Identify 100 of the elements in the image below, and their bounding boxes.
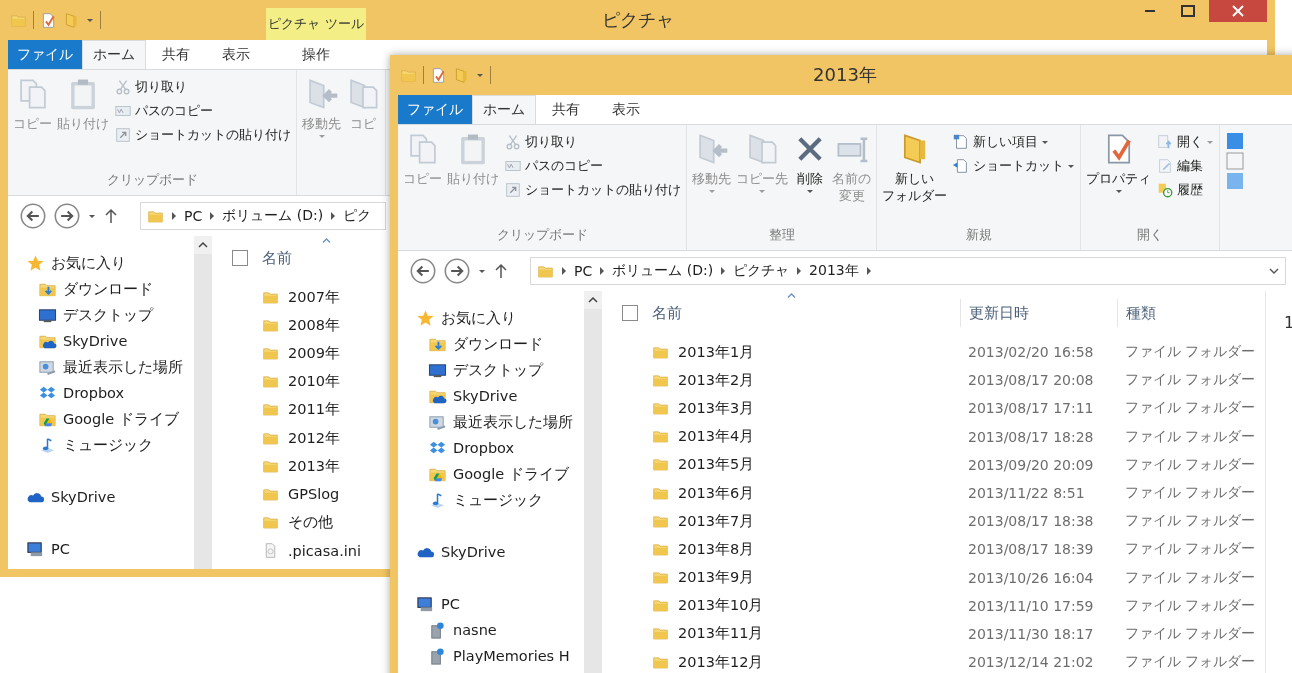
file-row[interactable]: 2013年4月 2013/08/17 18:28 ファイル フォルダー: [602, 422, 1265, 451]
ribbon-tab[interactable]: ホーム: [472, 95, 536, 124]
breadcrumb[interactable]: ボリューム (D:): [612, 262, 714, 280]
file-row[interactable]: 2013年5月 2013/09/20 20:09 ファイル フォルダー: [602, 450, 1265, 479]
nav-item[interactable]: nasne: [398, 617, 584, 643]
up-arrow-icon[interactable]: [104, 208, 118, 224]
select-all-checkbox[interactable]: [622, 305, 638, 321]
scrollbar[interactable]: [584, 291, 602, 673]
chevron-icon[interactable]: [209, 212, 216, 220]
chevron-icon[interactable]: [561, 267, 567, 275]
breadcrumb[interactable]: ボリューム (D:): [222, 207, 324, 225]
file-name: 2013年4月: [678, 427, 755, 447]
nav-item[interactable]: Google ドライブ: [8, 406, 194, 432]
nav-item[interactable]: Dropbox: [398, 435, 584, 461]
column-header[interactable]: 更新日時: [960, 299, 1117, 327]
chevron-icon[interactable]: [171, 212, 177, 220]
nav-item[interactable]: 最近表示した場所: [398, 409, 584, 435]
chevron-icon[interactable]: [599, 267, 606, 275]
file-row[interactable]: 2013年3月 2013/08/17 17:11 ファイル フォルダー: [602, 394, 1265, 423]
modified-date: 2013/09/20 20:09: [967, 456, 1095, 473]
ribbon-button[interactable]: プロパティ: [1084, 129, 1153, 196]
chevron-icon[interactable]: [865, 267, 872, 275]
chevron-icon[interactable]: [796, 267, 803, 275]
nav-item[interactable]: デスクトップ: [8, 302, 194, 328]
shortcut-icon: [504, 181, 522, 199]
file-row[interactable]: 2013年6月 2013/11/22 8:51 ファイル フォルダー: [602, 478, 1265, 508]
file-row[interactable]: 2012年: [212, 423, 382, 453]
nav-item[interactable]: SkyDrive: [398, 383, 584, 409]
chevron-icon[interactable]: [330, 212, 337, 220]
nav-item[interactable]: ダウンロード: [8, 276, 194, 302]
nav-item[interactable]: ミュージック: [8, 432, 194, 458]
nav-item[interactable]: SkyDrive: [8, 484, 194, 510]
file-row[interactable]: 2013年2月 2013/08/17 20:08 ファイル フォルダー: [602, 366, 1265, 395]
file-row[interactable]: GPSlog: [212, 480, 382, 509]
checkmark-page-icon[interactable]: [40, 11, 57, 29]
file-row[interactable]: 2008年: [212, 311, 382, 340]
file-row[interactable]: 2013年8月 2013/08/17 18:39 ファイル フォルダー: [602, 535, 1265, 564]
file-row[interactable]: 2013年11月 2013/11/30 18:17 ファイル フォルダー: [602, 619, 1265, 649]
file-row[interactable]: 2013年10月 2013/11/10 17:59 ファイル フォルダー: [602, 591, 1265, 620]
nav-item[interactable]: デスクトップ: [398, 357, 584, 383]
nav-item[interactable]: PlayMemories H: [398, 643, 584, 669]
ribbon-button[interactable]: 新しい項目: [950, 131, 1077, 153]
file-row[interactable]: 2013年1月 2013/02/20 16:58 ファイル フォルダー: [602, 338, 1265, 367]
ribbon-button[interactable]: ショートカット: [950, 155, 1077, 177]
breadcrumb[interactable]: ピク: [343, 207, 372, 225]
select-all-checkbox[interactable]: [232, 250, 248, 266]
nav-item[interactable]: PC: [398, 591, 584, 617]
nav-item[interactable]: 最近表示した場所: [8, 354, 194, 380]
nav-item[interactable]: PC: [8, 536, 194, 562]
breadcrumb[interactable]: 2013年: [809, 262, 859, 280]
checkmark-page-icon[interactable]: [430, 66, 447, 84]
breadcrumb[interactable]: PC: [574, 263, 593, 279]
back-button[interactable]: [20, 203, 46, 229]
ribbon-tab[interactable]: ホーム: [82, 40, 146, 69]
nav-item[interactable]: ダウンロード: [398, 331, 584, 357]
nav-item[interactable]: Dropbox: [8, 380, 194, 406]
file-row[interactable]: .picasa.ini: [212, 536, 382, 565]
layout-icon[interactable]: [1226, 131, 1244, 191]
file-row[interactable]: 2007年: [212, 283, 382, 312]
forward-button[interactable]: [444, 258, 470, 284]
file-row[interactable]: 2009年: [212, 339, 382, 368]
file-row[interactable]: 2013年7月 2013/08/17 18:38 ファイル フォルダー: [602, 507, 1265, 536]
ribbon-tab[interactable]: 共有: [536, 95, 596, 124]
group-label: クリップボード: [495, 226, 589, 244]
ribbon-tab[interactable]: ファイル: [8, 40, 82, 69]
nav-item[interactable]: ミュージック: [398, 487, 584, 513]
nav-item[interactable]: お気に入り: [8, 250, 194, 276]
file-row[interactable]: 2013年12月 2013/12/14 21:02 ファイル フォルダー: [602, 648, 1265, 673]
up-arrow-icon[interactable]: [494, 263, 508, 279]
breadcrumb[interactable]: ピクチャ: [733, 262, 790, 280]
ribbon-tab[interactable]: ファイル: [398, 95, 472, 124]
breadcrumb[interactable]: PC: [184, 208, 203, 224]
file-row[interactable]: その他: [212, 508, 382, 537]
column-header[interactable]: 名前: [262, 244, 382, 272]
column-header[interactable]: 種類: [1117, 299, 1265, 327]
nav-item[interactable]: SkyDrive: [398, 539, 584, 565]
nav-item[interactable]: SkyDrive: [8, 328, 194, 354]
caret-icon: [86, 17, 94, 23]
file-row[interactable]: 2013年9月 2013/10/26 16:04 ファイル フォルダー: [602, 563, 1265, 592]
ribbon-button[interactable]: 履歴: [1154, 179, 1216, 201]
file-row[interactable]: 2010年: [212, 367, 382, 396]
close-button[interactable]: [1209, 0, 1267, 22]
forward-button[interactable]: [54, 203, 80, 229]
ribbon-tab[interactable]: 表示: [206, 40, 266, 69]
nav-item[interactable]: お気に入り: [398, 305, 584, 331]
ribbon-tab[interactable]: 共有: [146, 40, 206, 69]
file-row[interactable]: 2011年: [212, 395, 382, 424]
address-bar[interactable]: PC ボリューム (D:) ピクチャ 2013年: [530, 257, 1286, 285]
ribbon-tab[interactable]: 表示: [596, 95, 656, 124]
nav-item[interactable]: Google ドライブ: [398, 461, 584, 487]
file-row[interactable]: 2013年: [212, 452, 382, 481]
ribbon-button[interactable]: 新しい フォルダー: [880, 129, 949, 207]
back-button[interactable]: [410, 258, 436, 284]
scrollbar[interactable]: [194, 236, 212, 569]
ribbon-button[interactable]: 削除: [791, 129, 829, 196]
chevron-icon[interactable]: [720, 267, 727, 275]
preview-text: 1: [1284, 313, 1292, 332]
ribbon-tab[interactable]: 操作: [266, 40, 366, 69]
address-bar[interactable]: PC ボリューム (D:) ピク: [140, 202, 386, 230]
column-header[interactable]: 名前: [652, 299, 960, 327]
